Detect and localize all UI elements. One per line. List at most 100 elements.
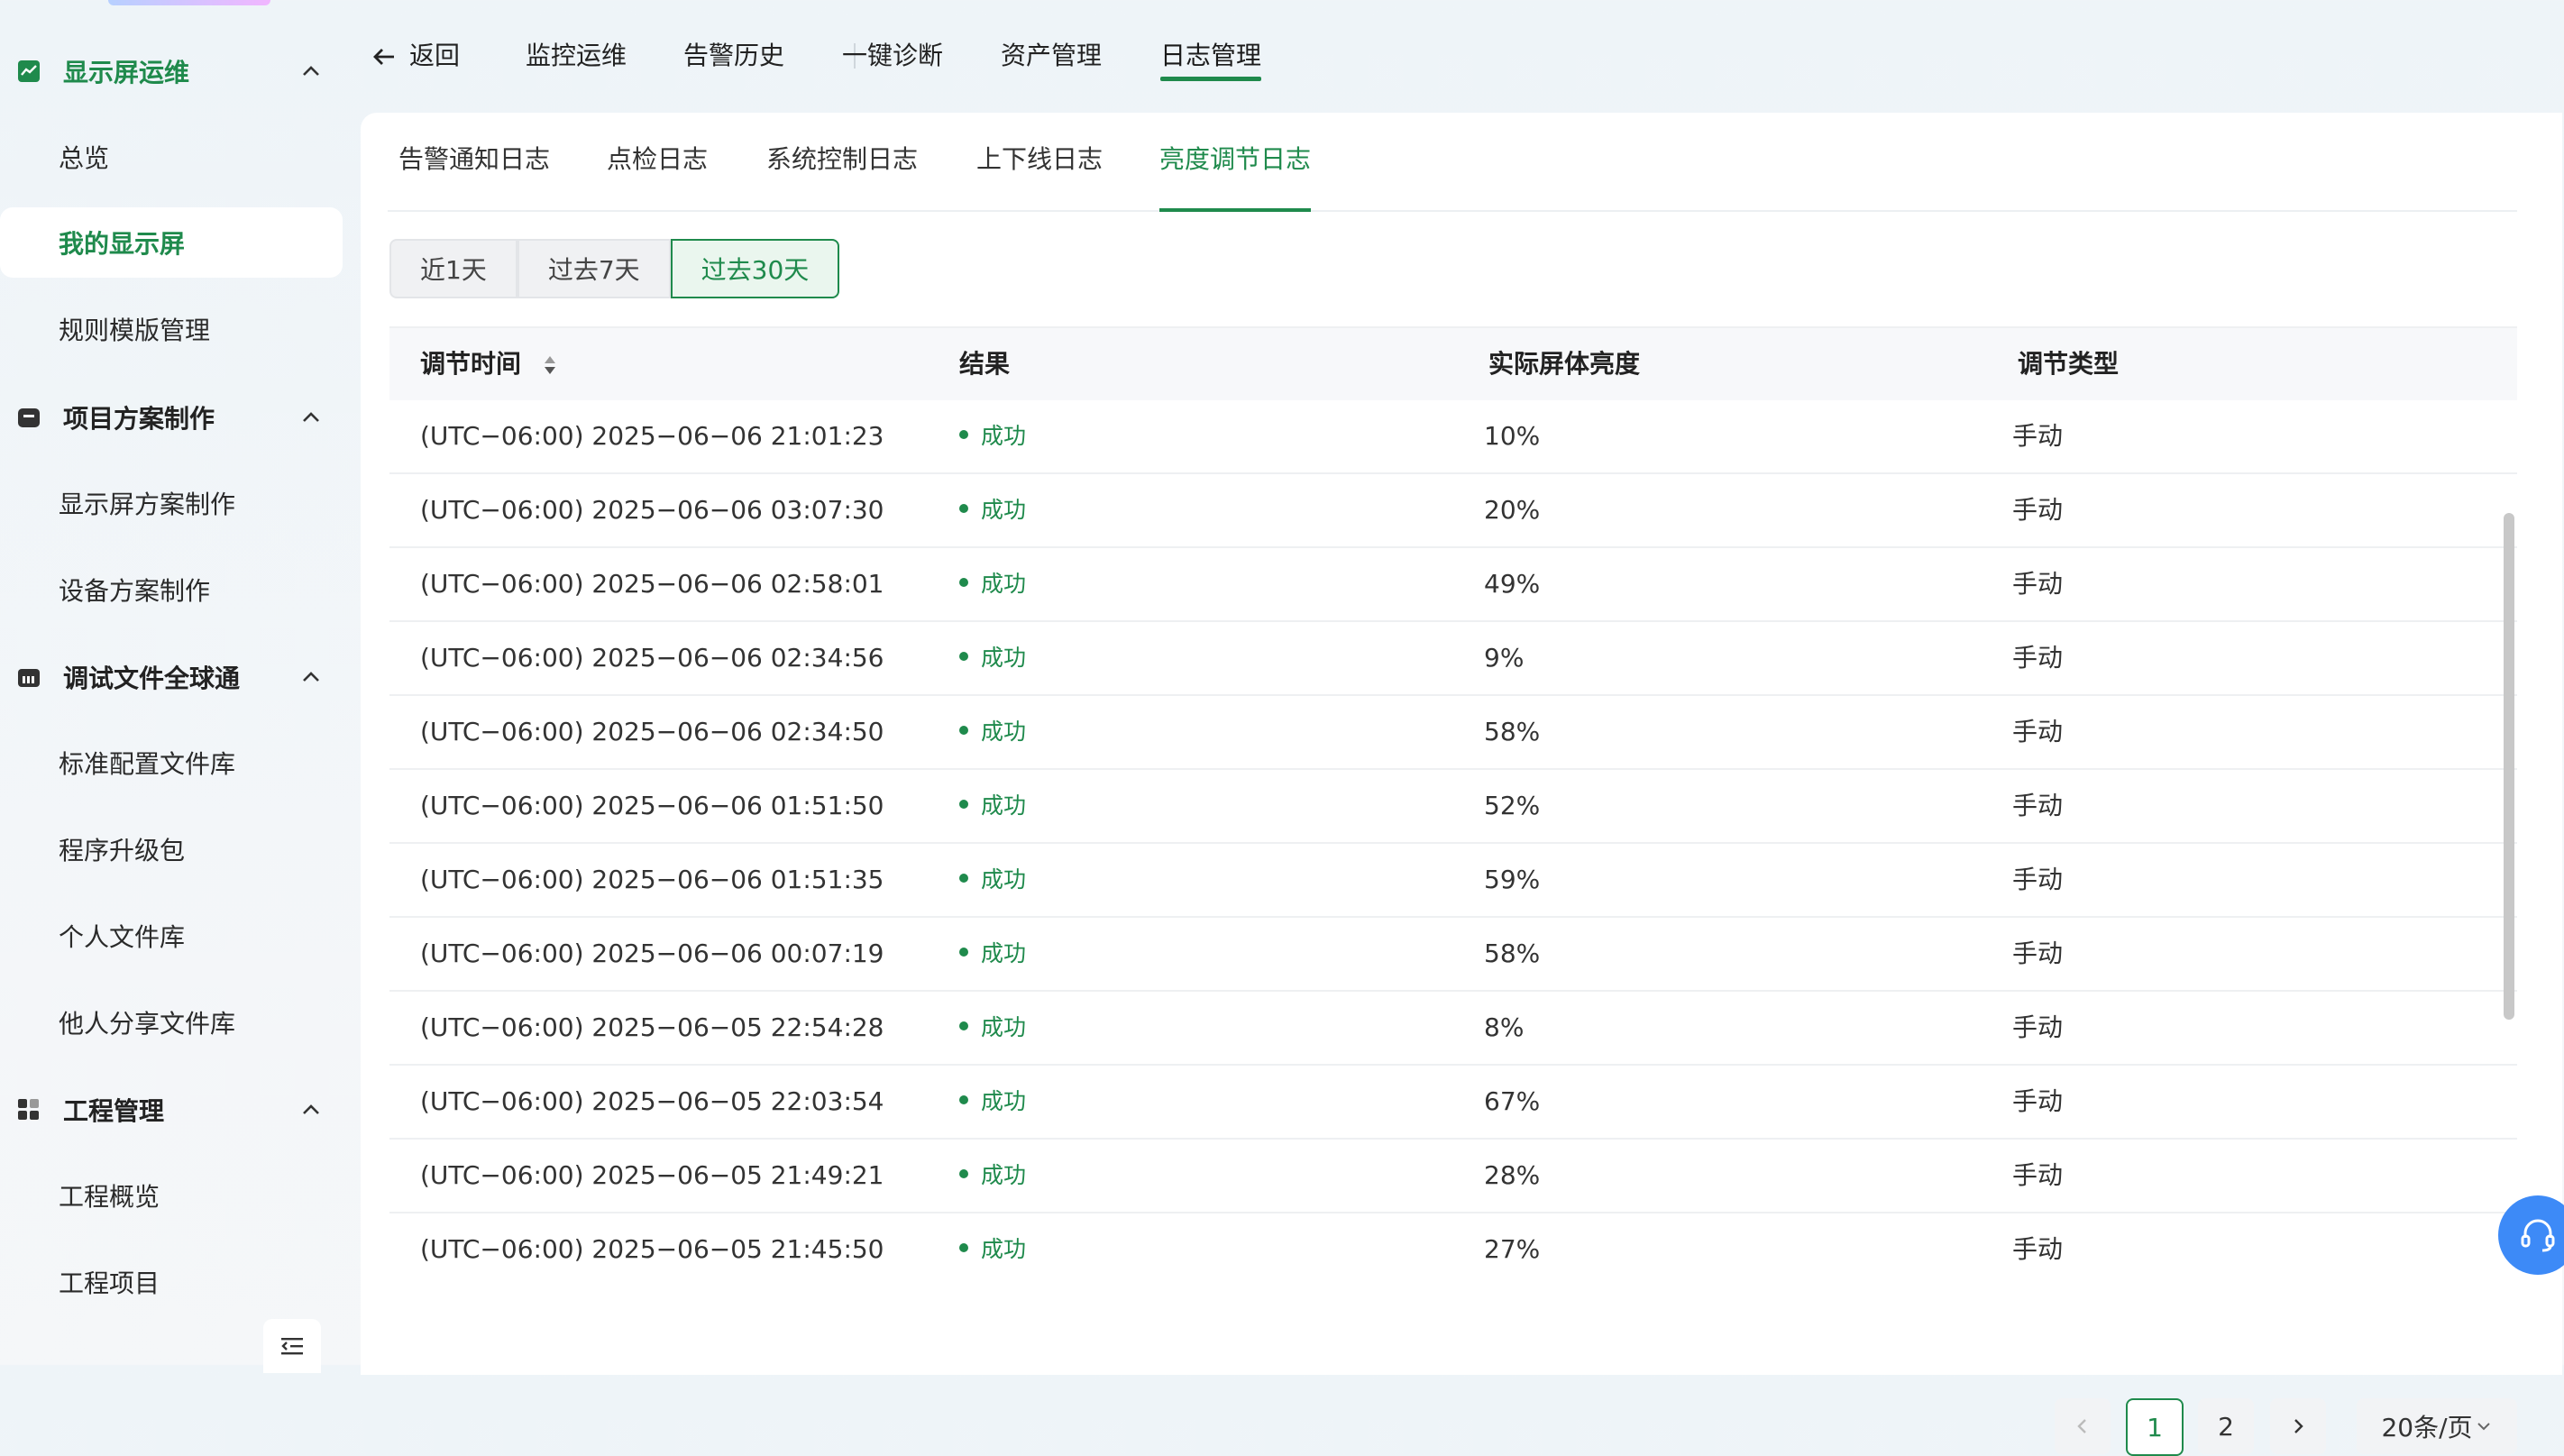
column-adjust-type: 调节类型 xyxy=(2018,349,2120,379)
result-label: 成功 xyxy=(981,1088,1027,1114)
table-row: (UTC−06:00) 2025−06−06 03:07:30 成功 20% 手动 xyxy=(389,474,2517,548)
cell-brightness: 52% xyxy=(1484,791,1541,820)
page-size-select[interactable]: 20条/页 xyxy=(2357,1398,2517,1454)
sort-icon[interactable] xyxy=(541,350,559,380)
status-dot xyxy=(959,504,968,513)
next-page-button[interactable] xyxy=(2270,1398,2326,1454)
cell-result: 成功 xyxy=(959,1140,1026,1212)
headset-icon xyxy=(2521,1219,2555,1252)
chevron-up-icon[interactable] xyxy=(298,404,325,431)
nav-alarm-history[interactable]: 告警历史 xyxy=(683,36,784,81)
sidebar-item-engineering-projects[interactable]: 工程项目 xyxy=(0,1247,343,1317)
cell-brightness: 28% xyxy=(1484,1160,1541,1190)
cell-brightness: 8% xyxy=(1484,1012,1525,1042)
sidebar-group-label: 项目方案制作 xyxy=(63,404,215,434)
sidebar-item-display-plan[interactable]: 显示屏方案制作 xyxy=(0,468,343,538)
sidebar-item-overview[interactable]: 总览 xyxy=(0,122,343,192)
nav-one-click-diagnosis[interactable]: 一键诊断 xyxy=(842,36,943,81)
cell-adjust-time: (UTC−06:00) 2025−06−06 01:51:50 xyxy=(420,791,884,820)
nav-log-management[interactable]: 日志管理 xyxy=(1160,36,1262,81)
cell-adjust-time: (UTC−06:00) 2025−06−05 21:45:50 xyxy=(420,1234,884,1261)
sidebar-item-upgrade-packages[interactable]: 程序升级包 xyxy=(0,814,343,884)
nav-monitoring[interactable]: 监控运维 xyxy=(526,36,627,81)
cell-result: 成功 xyxy=(959,992,1026,1064)
range-30-days[interactable]: 过去30天 xyxy=(670,239,840,298)
cell-brightness: 27% xyxy=(1484,1234,1541,1261)
result-label: 成功 xyxy=(981,792,1027,819)
cell-adjust-type: 手动 xyxy=(2012,569,2064,599)
back-button[interactable]: 返回 xyxy=(371,36,460,81)
status-dot xyxy=(959,430,968,439)
sidebar-item-shared-files[interactable]: 他人分享文件库 xyxy=(0,987,343,1058)
tab-brightness-log[interactable]: 亮度调节日志 xyxy=(1159,140,1312,212)
cell-adjust-time: (UTC−06:00) 2025−06−06 02:34:56 xyxy=(420,643,884,673)
result-label: 成功 xyxy=(981,1236,1027,1261)
table-row: (UTC−06:00) 2025−06−06 00:07:19 成功 58% 手动 xyxy=(389,918,2517,992)
prev-page-button[interactable] xyxy=(2055,1398,2111,1454)
cell-adjust-type: 手动 xyxy=(2012,495,2064,525)
table-row: (UTC−06:00) 2025−06−05 22:03:54 成功 67% 手动 xyxy=(389,1066,2517,1140)
nav-asset-management[interactable]: 资产管理 xyxy=(1001,36,1102,81)
cell-result: 成功 xyxy=(959,622,1026,694)
sidebar-group-project-plans[interactable]: 项目方案制作 xyxy=(0,386,358,449)
table-row: (UTC−06:00) 2025−06−05 21:49:21 成功 28% 手动 xyxy=(389,1140,2517,1213)
status-dot xyxy=(959,726,968,735)
sidebar-item-rule-templates[interactable]: 规则模版管理 xyxy=(0,294,343,364)
page-2-button[interactable]: 2 xyxy=(2198,1398,2254,1454)
chevron-up-icon[interactable] xyxy=(298,664,325,691)
sidebar-item-device-plan[interactable]: 设备方案制作 xyxy=(0,554,343,625)
sidebar-item-personal-files[interactable]: 个人文件库 xyxy=(0,901,343,971)
cell-result: 成功 xyxy=(959,474,1026,546)
cell-brightness: 10% xyxy=(1484,421,1541,451)
cell-brightness: 49% xyxy=(1484,569,1541,599)
cell-result: 成功 xyxy=(959,844,1026,916)
sidebar-group-label: 工程管理 xyxy=(63,1096,165,1126)
tab-online-offline-log[interactable]: 上下线日志 xyxy=(976,140,1103,210)
cell-adjust-time: (UTC−06:00) 2025−06−05 21:49:21 xyxy=(420,1160,884,1190)
tab-inspection-log[interactable]: 点检日志 xyxy=(607,140,708,210)
cell-result: 成功 xyxy=(959,918,1026,990)
logo xyxy=(108,0,270,5)
collapse-sidebar-button[interactable] xyxy=(263,1319,321,1373)
result-label: 成功 xyxy=(981,940,1027,966)
cell-result: 成功 xyxy=(959,548,1026,620)
calendar-icon xyxy=(16,664,41,690)
tab-system-control-log[interactable]: 系统控制日志 xyxy=(766,140,918,210)
cell-adjust-type: 手动 xyxy=(2012,1160,2064,1190)
cell-result: 成功 xyxy=(959,770,1026,842)
menu-collapse-icon xyxy=(281,1338,303,1355)
arrow-left-icon xyxy=(373,49,394,65)
main-content: 告警通知日志 点检日志 系统控制日志 上下线日志 亮度调节日志 近1天 过去7天… xyxy=(361,113,2562,1456)
cell-brightness: 58% xyxy=(1484,717,1541,746)
sidebar-group-debug-files[interactable]: 调试文件全球通 xyxy=(0,646,358,709)
time-range-selector: 近1天 过去7天 过去30天 xyxy=(389,239,840,298)
top-navigation: 返回 监控运维 告警历史 一键诊断 资产管理 日志管理 xyxy=(361,0,2560,113)
table-row: (UTC−06:00) 2025−06−06 02:58:01 成功 49% 手动 xyxy=(389,548,2517,622)
range-7-days[interactable]: 过去7天 xyxy=(517,239,671,298)
result-label: 成功 xyxy=(981,645,1027,671)
page-1-button[interactable]: 1 xyxy=(2126,1398,2184,1456)
column-result: 结果 xyxy=(959,349,1011,379)
sidebar-group-display-ops[interactable]: 显示屏运维 xyxy=(0,40,358,103)
cell-adjust-time: (UTC−06:00) 2025−06−06 01:51:35 xyxy=(420,865,884,894)
chevron-up-icon[interactable] xyxy=(298,1096,325,1123)
table-row: (UTC−06:00) 2025−06−06 01:51:50 成功 52% 手动 xyxy=(389,770,2517,844)
tab-alarm-notification-log[interactable]: 告警通知日志 xyxy=(398,140,550,210)
cell-brightness: 58% xyxy=(1484,939,1541,968)
range-1-day[interactable]: 近1天 xyxy=(389,239,517,298)
column-adjust-time[interactable]: 调节时间 xyxy=(420,328,559,400)
cell-result: 成功 xyxy=(959,696,1026,768)
sidebar-item-engineering-overview[interactable]: 工程概览 xyxy=(0,1160,343,1231)
cell-adjust-time: (UTC−06:00) 2025−06−05 22:54:28 xyxy=(420,1012,884,1042)
sidebar-item-standard-config[interactable]: 标准配置文件库 xyxy=(0,728,343,798)
sidebar-item-my-displays[interactable]: 我的显示屏 xyxy=(0,207,343,278)
table-row: (UTC−06:00) 2025−06−06 01:51:35 成功 59% 手动 xyxy=(389,844,2517,918)
table-row: (UTC−06:00) 2025−06−06 02:34:56 成功 9% 手动 xyxy=(389,622,2517,696)
sidebar-group-label: 显示屏运维 xyxy=(63,58,190,87)
chart-icon xyxy=(16,59,41,84)
cell-brightness: 67% xyxy=(1484,1086,1541,1116)
sidebar-group-engineering[interactable]: 工程管理 xyxy=(0,1078,358,1141)
table-scrollbar[interactable] xyxy=(2504,513,2514,1020)
cell-adjust-type: 手动 xyxy=(2012,939,2064,968)
chevron-up-icon[interactable] xyxy=(298,58,325,85)
